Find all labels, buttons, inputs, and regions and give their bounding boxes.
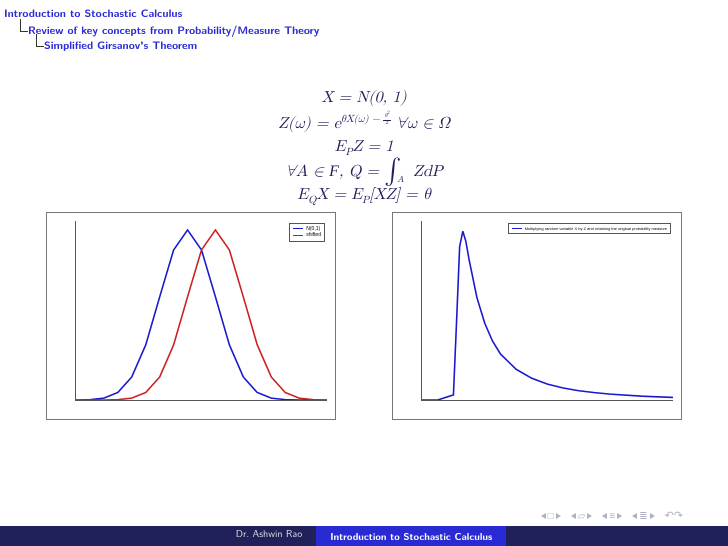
- footer-title: Introduction to Stochastic Calculus: [316, 526, 506, 546]
- footer-author: Dr. Ashwin Rao: [222, 526, 316, 546]
- outline-level-1: Review of key concepts from Probability/…: [28, 23, 319, 38]
- legend-label: Multiplying random variable X by Z and r…: [525, 226, 667, 231]
- outline-row-1: Review of key concepts from Probability/…: [12, 23, 724, 38]
- nav-prev-subsection[interactable]: ≣: [632, 511, 654, 521]
- equation-5: EQX = EP[XZ] = θ: [0, 186, 728, 207]
- triangle-right-icon: [617, 513, 622, 519]
- chart-left-axes: [75, 221, 327, 401]
- equation-4: ∀A ∈ F, Q = ∫A ZdP: [0, 163, 728, 182]
- triangle-left-icon: [541, 513, 546, 519]
- tree-elbow-icon: [30, 40, 44, 52]
- nav-back-forward[interactable]: ↶↷: [665, 509, 682, 522]
- chart-left: N(0,1) shifted: [46, 212, 336, 420]
- chart-right-axes: [421, 221, 673, 401]
- legend-swatch-icon: [293, 228, 303, 229]
- legend-swatch-icon: [293, 235, 303, 236]
- outline-level-0: Introduction to Stochastic Calculus: [4, 6, 724, 21]
- legend-label: shifted: [306, 232, 321, 239]
- nav-first-slide[interactable]: □: [541, 511, 561, 521]
- chart-left-plot: [76, 221, 327, 400]
- tree-elbow-icon: [14, 25, 28, 37]
- chart-right-plot: [422, 221, 673, 400]
- equation-3: EPZ = 1: [0, 138, 728, 159]
- chart-right: Multiplying random variable X by Z and r…: [392, 212, 682, 420]
- triangle-right-icon: [556, 513, 561, 519]
- chart-row: N(0,1) shifted Multiplying random variab…: [0, 212, 728, 420]
- triangle-left-icon: [602, 513, 607, 519]
- outline-row-2: Simplified Girsanov's Theorem: [28, 38, 724, 53]
- triangle-right-icon: [650, 513, 655, 519]
- footer: Dr. Ashwin Rao Introduction to Stochasti…: [0, 526, 728, 546]
- triangle-left-icon: [632, 513, 637, 519]
- equation-2: Z(ω) = eθX(ω) − θ22 ∀ω ∈ Ω: [0, 112, 728, 134]
- legend-swatch-icon: [512, 228, 522, 229]
- triangle-right-icon: [587, 513, 592, 519]
- equation-1: X = N(0, 1): [0, 89, 728, 108]
- equations-block: X = N(0, 1) Z(ω) = eθX(ω) − θ22 ∀ω ∈ Ω E…: [0, 89, 728, 208]
- redo-icon: ↷: [674, 509, 682, 522]
- outline: Introduction to Stochastic Calculus Revi…: [0, 0, 728, 53]
- undo-icon: ↶: [665, 509, 673, 522]
- nav-prev-frame[interactable]: ▱: [571, 511, 593, 521]
- triangle-left-icon: [571, 513, 576, 519]
- outline-level-2: Simplified Girsanov's Theorem: [44, 38, 197, 53]
- nav-prev-section[interactable]: ≡: [602, 511, 622, 521]
- chart-left-legend: N(0,1) shifted: [289, 223, 325, 242]
- chart-right-legend: Multiplying random variable X by Z and r…: [508, 223, 671, 234]
- beamer-nav: □ ▱ ≡ ≣ ↶↷: [541, 509, 682, 522]
